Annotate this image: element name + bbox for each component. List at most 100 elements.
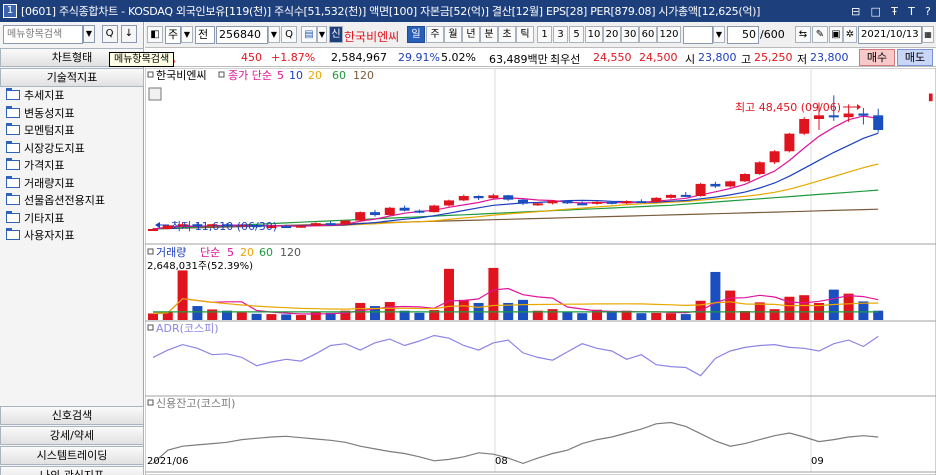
candle-body xyxy=(606,201,617,204)
indicator-tree: 추세지표 변동성지표 모멘텀지표 시장강도지표 가격지표 거래량지표 선물옵션전… xyxy=(0,87,144,245)
grid-icon[interactable]: ▤ xyxy=(301,26,317,43)
rate2-value: 5.02% xyxy=(441,51,476,64)
sell-button[interactable]: 매도 xyxy=(897,49,933,66)
period-week-button[interactable]: 주 xyxy=(426,26,444,43)
legend-ma20: 20 xyxy=(308,69,322,82)
volume-bar xyxy=(769,309,780,320)
legend-volume-ma60: 60 xyxy=(259,246,273,259)
best-price-label: 최우선 xyxy=(550,53,581,66)
font-icon[interactable]: T xyxy=(908,5,915,18)
tree-item[interactable]: 모멘텀지표 xyxy=(0,122,144,140)
candle-body xyxy=(592,201,602,204)
stock-code-input[interactable]: 256840 xyxy=(216,26,268,44)
period-tick-button[interactable]: 틱 xyxy=(516,26,534,43)
date-input[interactable]: 2021/10/13 xyxy=(858,26,922,44)
legend-stock-name: 한국비엔씨 xyxy=(156,69,207,82)
market-select[interactable]: 전 xyxy=(195,26,215,44)
minimize-icon[interactable]: ⊟ xyxy=(851,5,860,18)
period-minute-button[interactable]: 분 xyxy=(480,26,498,43)
interval-input[interactable] xyxy=(683,26,713,44)
legend-credit: 신용잔고(코스피) xyxy=(156,397,235,410)
tree-item[interactable]: 기타지표 xyxy=(0,210,144,228)
calendar-icon[interactable] xyxy=(148,87,162,101)
interval-button[interactable]: 1 xyxy=(537,26,552,43)
tree-item[interactable]: 시장강도지표 xyxy=(0,140,144,158)
search-icon[interactable]: Q xyxy=(101,25,118,43)
draw-icon[interactable]: ✎ xyxy=(812,26,828,43)
grid-dropdown-icon[interactable]: ▼ xyxy=(317,26,327,43)
volume-bar xyxy=(458,299,469,320)
folder-icon xyxy=(6,158,20,170)
app-window: 1 [0601] 주식종합차트 - KOSDAQ 외국인보유[119(천)] 주… xyxy=(0,0,936,475)
interval-dropdown-icon[interactable]: ▼ xyxy=(713,26,725,43)
candle-body xyxy=(473,196,484,199)
volume-bar xyxy=(547,309,558,320)
interval-button[interactable]: 60 xyxy=(639,26,657,43)
count-total: /600 xyxy=(760,28,785,41)
calendar-icon[interactable]: ▦ xyxy=(922,26,934,43)
maximize-icon[interactable]: □ xyxy=(871,5,881,18)
legend-volume-ma: 단순 xyxy=(200,246,220,259)
candle-body xyxy=(710,183,721,187)
tree-item[interactable]: 가격지표 xyxy=(0,157,144,175)
tree-item[interactable]: 선물옵션전용지표 xyxy=(0,192,144,210)
help-icon[interactable]: ? xyxy=(925,5,931,18)
candle-body xyxy=(414,210,425,213)
volume-bar xyxy=(281,314,292,320)
save-icon[interactable]: ▣ xyxy=(829,26,843,43)
system-trading-button[interactable]: 시스템트레이딩 xyxy=(0,446,144,465)
mode-select[interactable]: 주 xyxy=(165,26,181,44)
candle-body xyxy=(799,119,810,134)
compare-icon[interactable]: ⇆ xyxy=(795,26,811,43)
tech-indicator-header[interactable]: 기술적지표 xyxy=(0,68,144,87)
buy-button[interactable]: 매수 xyxy=(859,49,895,66)
candle-body xyxy=(340,220,351,225)
menu-search-input[interactable]: 메뉴항목검색 xyxy=(3,25,83,44)
code-dropdown-icon[interactable]: ▼ xyxy=(268,26,280,43)
volume-bar xyxy=(710,271,721,320)
window-number-badge: 1 xyxy=(3,4,17,18)
interval-button[interactable]: 5 xyxy=(569,26,584,43)
interval-button[interactable]: 120 xyxy=(657,26,681,43)
period-month-button[interactable]: 월 xyxy=(444,26,462,43)
period-day-button[interactable]: 일 xyxy=(407,26,425,43)
interval-button[interactable]: 10 xyxy=(585,26,603,43)
chart-svg[interactable]: 한국비엔씨 종가 단순 5 10 20 60 120 최고 48,450 (09… xyxy=(145,68,936,475)
bull-bear-button[interactable]: 강세/약세 xyxy=(0,426,144,445)
candle-body xyxy=(843,113,854,118)
signal-search-button[interactable]: 신호검색 xyxy=(0,406,144,425)
legend-ma10: 10 xyxy=(289,69,303,82)
candle-body xyxy=(148,229,158,231)
candle-body xyxy=(695,183,706,196)
gear-icon[interactable]: ✲ xyxy=(843,26,857,43)
volume-bar xyxy=(310,311,321,320)
tree-item[interactable]: 거래량지표 xyxy=(0,175,144,193)
interval-button[interactable]: 20 xyxy=(603,26,621,43)
candle-body xyxy=(384,207,395,216)
my-indicator-button[interactable]: 나의 관심지표 xyxy=(0,466,144,475)
period-year-button[interactable]: 년 xyxy=(462,26,480,43)
interval-button[interactable]: 30 xyxy=(621,26,639,43)
search-dropdown-icon[interactable]: ▼ xyxy=(83,25,95,43)
period-second-button[interactable]: 초 xyxy=(498,26,516,43)
pin-icon[interactable]: Ŧ xyxy=(891,5,898,18)
legend-adr: ADR(코스피) xyxy=(156,322,219,335)
bid-price: 24,500 xyxy=(639,51,678,64)
candle-body xyxy=(740,174,750,182)
interval-button[interactable]: 3 xyxy=(553,26,568,43)
tree-item[interactable]: 변동성지표 xyxy=(0,105,144,123)
legend-ma120: 120 xyxy=(353,69,374,82)
count-input[interactable]: 50 xyxy=(727,26,759,44)
down-arrow-icon[interactable]: ↓ xyxy=(121,25,137,43)
right-edge-marker: ▮ xyxy=(928,92,934,103)
mode-dropdown-icon[interactable]: ▼ xyxy=(181,26,193,43)
tooltip: 메뉴항목검색 xyxy=(109,52,175,67)
tree-item[interactable]: 추세지표 xyxy=(0,87,144,105)
ask-price: 24,550 xyxy=(593,51,632,64)
layout-icon[interactable]: ◧ xyxy=(147,26,163,43)
tree-item[interactable]: 사용자지표 xyxy=(0,227,144,245)
folder-icon xyxy=(6,210,20,223)
candle-body xyxy=(562,200,573,204)
volume-bar xyxy=(192,306,203,320)
search-icon[interactable]: Q xyxy=(281,26,297,43)
